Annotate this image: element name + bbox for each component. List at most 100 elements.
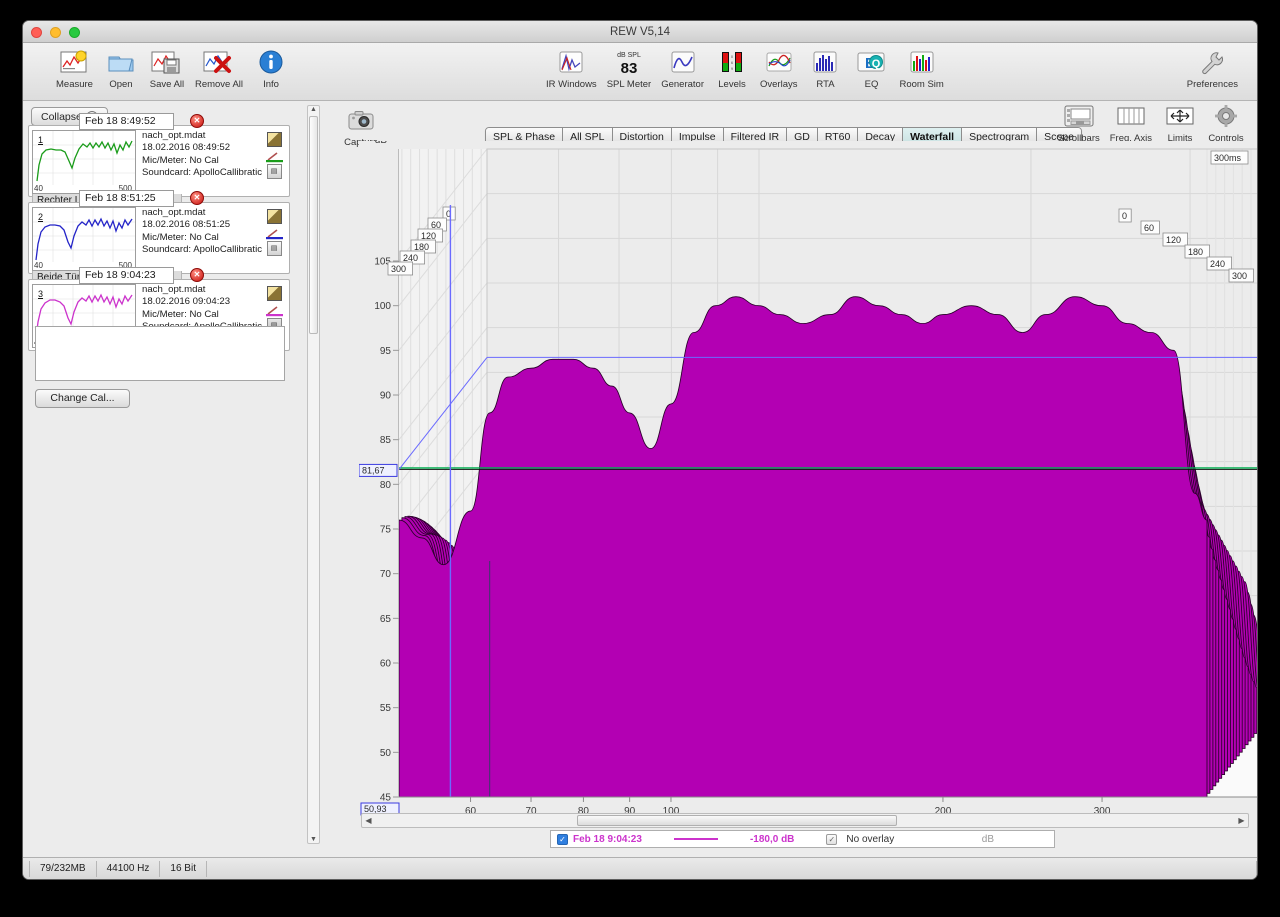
waterfall-plot-svg[interactable]: dB1051009590858075706560555045 060120180… xyxy=(359,141,1258,841)
freq-axis-icon xyxy=(1115,101,1147,131)
toolbar-measure-label: Measure xyxy=(56,79,93,90)
limits-button[interactable]: Limits xyxy=(1157,101,1203,144)
measurement-color-icon-1[interactable] xyxy=(265,150,283,163)
measurement-notes-icon-1[interactable]: ▤ xyxy=(266,164,282,179)
legend-color-swatch xyxy=(673,838,718,840)
measurement-axis-low-2: 40 xyxy=(34,261,43,270)
toolbar-info-label: Info xyxy=(263,79,279,90)
measurement-actions-2: ▤ xyxy=(262,207,286,271)
svg-text:60: 60 xyxy=(1144,223,1154,233)
edit-measurement-icon-3[interactable] xyxy=(266,286,282,301)
freq-axis-button[interactable]: Freq. Axis xyxy=(1105,101,1157,144)
toolbar-generator-label: Generator xyxy=(661,79,704,90)
svg-text:120: 120 xyxy=(421,231,436,241)
svg-text:300ms: 300ms xyxy=(1214,153,1242,163)
legend-overlay-unit: dB xyxy=(981,833,994,845)
toolbar-room-sim-button[interactable]: Room Sim xyxy=(894,47,948,90)
measure-icon xyxy=(59,47,89,77)
scroll-left-icon[interactable]: ◀ xyxy=(362,814,375,827)
svg-text:65: 65 xyxy=(380,614,392,625)
toolbar-info-button[interactable]: Info xyxy=(248,47,294,90)
svg-text:6: 6 xyxy=(731,60,734,65)
sidebar-scroll-thumb[interactable] xyxy=(309,116,318,334)
svg-text:dB SPL: dB SPL xyxy=(617,52,641,59)
collapse-label: Collapse xyxy=(41,110,82,123)
overlays-icon xyxy=(764,47,794,77)
svg-text:83: 83 xyxy=(621,60,638,76)
sidebar-scrollbar[interactable]: ▲ ▼ xyxy=(307,105,320,844)
measurement-title-input-3[interactable]: Feb 18 9:04:23 xyxy=(79,266,174,284)
generator-icon xyxy=(669,47,697,77)
measurement-notes-area[interactable] xyxy=(35,326,285,381)
svg-text:100: 100 xyxy=(374,301,391,312)
measurement-index-3: 3 xyxy=(38,289,44,299)
legend-measurement-checkbox[interactable]: ✓ xyxy=(557,833,568,845)
edit-measurement-icon-1[interactable] xyxy=(266,132,282,147)
svg-text:9: 9 xyxy=(731,66,734,71)
toolbar-overlays-button[interactable]: Overlays xyxy=(755,47,802,90)
measurement-color-icon-3[interactable] xyxy=(265,304,283,317)
toolbar-save-all-label: Save All xyxy=(149,79,185,90)
svg-text:240: 240 xyxy=(1210,259,1225,269)
measurement-notes-icon-2[interactable]: ▤ xyxy=(266,241,282,256)
close-measurement-button-2[interactable] xyxy=(190,191,204,205)
toolbar-eq-button[interactable]: E Q EQ xyxy=(848,47,894,90)
measurement-title-input-1[interactable]: Feb 18 8:49:52 xyxy=(79,112,174,130)
measurement-color-icon-2[interactable] xyxy=(265,227,283,240)
svg-text:300: 300 xyxy=(391,264,406,274)
svg-text:80: 80 xyxy=(380,480,392,491)
close-window-button[interactable] xyxy=(31,27,42,38)
scrollbars-button[interactable]: Scrollbars xyxy=(1053,101,1105,144)
scroll-down-icon[interactable]: ▼ xyxy=(308,836,319,843)
window-controls[interactable] xyxy=(31,27,80,38)
horizontal-scrollbar[interactable]: ◀ ▶ xyxy=(361,813,1249,828)
measurement-thumbnail-1[interactable]: 1 40 500 xyxy=(32,130,136,194)
svg-text:90: 90 xyxy=(380,391,392,402)
toolbar-left-group: Measure Open Save All Remove All Info xyxy=(51,47,294,90)
measurement-title-input-2[interactable]: Feb 18 8:51:25 xyxy=(79,189,174,207)
toolbar-open-button[interactable]: Open xyxy=(98,47,144,90)
toolbar-measure-button[interactable]: Measure xyxy=(51,47,98,90)
measurement-info-2: nach_opt.mdat 18.02.2016 08:51:25 Mic/Me… xyxy=(136,207,262,271)
close-measurement-button-1[interactable] xyxy=(190,114,204,128)
measurement-thumbnail-2[interactable]: 2 40 500 xyxy=(32,207,136,271)
spl-meter-icon: dB SPL 83 xyxy=(612,47,646,77)
waterfall-plot[interactable]: dB1051009590858075706560555045 060120180… xyxy=(359,141,1257,817)
measurement-index-2: 2 xyxy=(38,212,44,222)
room-sim-icon xyxy=(908,47,936,77)
toolbar-spl-meter-button[interactable]: dB SPL 83 SPL Meter xyxy=(602,47,657,90)
edit-measurement-icon-2[interactable] xyxy=(266,209,282,224)
svg-text:60: 60 xyxy=(380,659,392,670)
measurement-mic-2: Mic/Meter: No Cal xyxy=(142,231,219,243)
toolbar-rta-button[interactable]: RTA xyxy=(802,47,848,90)
ir-windows-icon xyxy=(557,47,585,77)
close-measurement-button-3[interactable] xyxy=(190,268,204,282)
toolbar-ir-windows-button[interactable]: IR Windows xyxy=(541,47,602,90)
scrollbars-icon xyxy=(1062,101,1096,131)
graph-right-tools: Scrollbars Freq. Axis Limits Controls xyxy=(1053,101,1250,144)
measurement-datetime-2: 18.02.2016 08:51:25 xyxy=(142,219,231,231)
measurement-soundcard-1: Soundcard: ApolloCallibratic xyxy=(142,167,262,179)
plot-legend: ✓ Feb 18 9:04:23 -180,0 dB ✓ No overlay … xyxy=(550,830,1055,848)
scroll-right-icon[interactable]: ▶ xyxy=(1235,814,1248,827)
toolbar-overlays-label: Overlays xyxy=(760,79,798,90)
change-cal-button[interactable]: Change Cal... xyxy=(35,389,130,408)
toolbar-remove-all-button[interactable]: Remove All xyxy=(190,47,248,90)
toolbar-generator-button[interactable]: Generator xyxy=(656,47,709,90)
legend-overlay-checkbox[interactable]: ✓ xyxy=(826,833,838,845)
scroll-up-icon[interactable]: ▲ xyxy=(308,106,319,113)
measurement-soundcard-2: Soundcard: ApolloCallibratic xyxy=(142,244,262,256)
maximize-window-button[interactable] xyxy=(69,27,80,38)
horizontal-scroll-thumb[interactable] xyxy=(577,815,897,826)
minimize-window-button[interactable] xyxy=(50,27,61,38)
svg-text:240: 240 xyxy=(403,253,418,263)
toolbar-levels-button[interactable]: 0 6 9 Levels xyxy=(709,47,755,90)
levels-icon: 0 6 9 xyxy=(718,47,746,77)
toolbar-save-all-button[interactable]: Save All xyxy=(144,47,190,90)
toolbar-spl-meter-label: SPL Meter xyxy=(606,79,652,90)
svg-text:75: 75 xyxy=(380,525,392,536)
window-title: REW V5,14 xyxy=(609,26,671,38)
measurement-index-1: 1 xyxy=(38,135,44,145)
controls-button[interactable]: Controls xyxy=(1203,101,1249,144)
toolbar-preferences-button[interactable]: Preferences xyxy=(1182,47,1243,90)
